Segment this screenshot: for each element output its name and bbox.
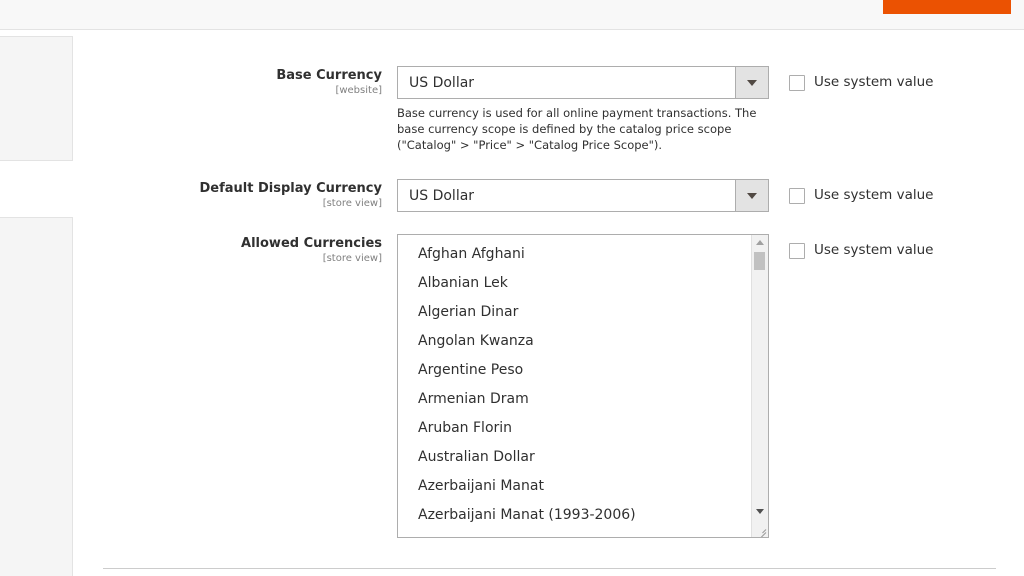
currency-option[interactable]: Australian Dollar [418, 449, 636, 478]
currency-option[interactable]: Argentine Peso [418, 362, 636, 391]
scroll-up-icon[interactable] [756, 240, 764, 245]
currency-option[interactable]: Angolan Kwanza [418, 333, 636, 362]
checkbox[interactable] [789, 75, 805, 91]
default-display-currency-dropdown-toggle[interactable] [735, 180, 768, 211]
default-display-currency-label: Default Display Currency [199, 181, 382, 196]
config-nav-panel [0, 36, 73, 161]
resize-handle-icon[interactable] [757, 526, 767, 536]
scrollbar-thumb[interactable] [754, 252, 765, 270]
section-divider [103, 568, 996, 569]
default-display-currency-select[interactable]: US Dollar [397, 179, 769, 212]
currency-option[interactable]: Aruban Florin [418, 420, 636, 449]
use-system-value-label: Use system value [814, 242, 934, 258]
scroll-down-icon[interactable] [756, 509, 764, 514]
currency-option[interactable]: Albanian Lek [418, 275, 636, 304]
use-system-value-label: Use system value [814, 187, 934, 203]
chevron-down-icon [747, 193, 757, 199]
use-system-value-label: Use system value [814, 74, 934, 90]
save-config-button[interactable] [883, 0, 1011, 14]
base-currency-select[interactable]: US Dollar [397, 66, 769, 99]
currency-option[interactable]: Algerian Dinar [418, 304, 636, 333]
base-currency-note: Base currency is used for all online pay… [397, 106, 757, 152]
currency-option[interactable]: Azerbaijani Manat [418, 478, 636, 507]
default-display-currency-scope: [store view] [322, 198, 382, 209]
base-currency-label: Base Currency [276, 68, 382, 83]
allowed-currencies-scope: [store view] [322, 253, 382, 264]
default-display-currency-value: US Dollar [409, 188, 475, 204]
currency-option[interactable]: Armenian Dram [418, 391, 636, 420]
allowed-currencies-options: Afghan Afghani Albanian Lek Algerian Din… [418, 246, 636, 536]
allowed-currencies-label: Allowed Currencies [241, 236, 382, 251]
currency-option[interactable]: Afghan Afghani [418, 246, 636, 275]
checkbox[interactable] [789, 188, 805, 204]
page-actions-bar [0, 0, 1024, 30]
base-currency-scope: [website] [335, 85, 382, 96]
base-currency-dropdown-toggle[interactable] [735, 67, 768, 98]
currency-option[interactable]: Azerbaijani Manat (1993-2006) [418, 507, 636, 536]
chevron-down-icon [747, 80, 757, 86]
checkbox[interactable] [789, 243, 805, 259]
allowed-currencies-multiselect[interactable]: Afghan Afghani Albanian Lek Algerian Din… [397, 234, 769, 538]
config-nav-panel-lower [0, 217, 73, 576]
scrollbar[interactable] [751, 235, 768, 537]
base-currency-value: US Dollar [409, 75, 475, 91]
